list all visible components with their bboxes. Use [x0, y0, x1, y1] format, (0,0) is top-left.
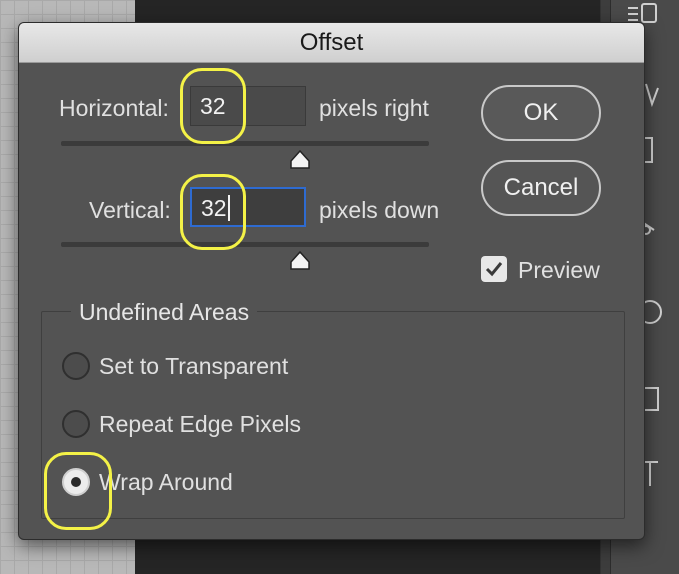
checkmark-icon: [485, 262, 503, 277]
horizontal-slider-thumb[interactable]: [289, 150, 311, 170]
vertical-slider-thumb[interactable]: [289, 251, 311, 271]
horizontal-unit-label: pixels right: [319, 95, 429, 121]
horizontal-label: Horizontal:: [59, 95, 169, 121]
preview-label[interactable]: Preview: [518, 257, 600, 284]
repeat-edge-pixels-label[interactable]: Repeat Edge Pixels: [99, 411, 301, 438]
annotation-highlight-wrap-around: [44, 452, 112, 530]
radio-set-to-transparent[interactable]: [62, 352, 90, 380]
cancel-button[interactable]: Cancel: [481, 160, 601, 216]
vertical-unit-label: pixels down: [319, 197, 440, 223]
set-to-transparent-label[interactable]: Set to Transparent: [99, 353, 288, 380]
type-icon: [644, 461, 658, 486]
dialog-title: Offset: [299, 29, 364, 56]
annotation-highlight-vertical: [180, 174, 246, 250]
pen-icon: [645, 83, 659, 108]
horizontal-slider-track[interactable]: [61, 141, 429, 146]
offset-dialog: Offset Horizontal: 32 pixels right Verti…: [18, 22, 645, 540]
dialog-titlebar[interactable]: Offset: [19, 23, 644, 63]
annotation-highlight-horizontal: [180, 68, 246, 144]
vertical-label: Vertical:: [89, 197, 171, 223]
preview-checkbox[interactable]: [481, 256, 507, 282]
stamp-icon: [628, 7, 638, 21]
ok-button[interactable]: OK: [481, 85, 601, 141]
wrap-around-label[interactable]: Wrap Around: [99, 469, 233, 496]
vertical-slider-track[interactable]: [61, 242, 429, 247]
radio-repeat-edge-pixels[interactable]: [62, 410, 90, 438]
undefined-areas-title: Undefined Areas: [71, 299, 258, 326]
